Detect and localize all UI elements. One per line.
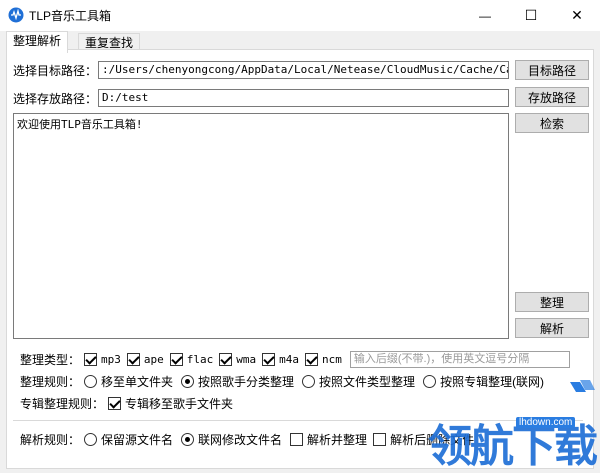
checkbox-box	[169, 352, 183, 366]
radio-circle	[181, 432, 195, 446]
album-rule-label: 专辑整理规则：	[20, 396, 105, 411]
type-wma-checkbox[interactable]: wma	[219, 352, 256, 366]
rule-single-folder-radio[interactable]: 移至单文件夹	[84, 373, 173, 390]
album-to-artist-checkbox[interactable]: 专辑移至歌手文件夹	[108, 395, 233, 412]
type-mp3-checkbox[interactable]: mp3	[84, 352, 121, 366]
checkbox-box	[126, 352, 140, 366]
checkbox-box	[290, 432, 304, 446]
checkbox-box	[108, 396, 122, 410]
checkbox-box	[219, 352, 233, 366]
checkbox-box	[262, 352, 276, 366]
minimize-button[interactable]: —	[462, 0, 508, 31]
organize-rule-label: 整理规则：	[20, 374, 81, 389]
parse-rule-label: 解析规则：	[20, 432, 81, 447]
type-ape-checkbox[interactable]: ape	[126, 352, 164, 366]
radio-circle	[302, 374, 316, 388]
search-button[interactable]: 检索	[515, 113, 589, 133]
radio-circle	[181, 374, 195, 388]
parse-keep-name-radio[interactable]: 保留源文件名	[84, 431, 173, 448]
rule-by-artist-radio[interactable]: 按照歌手分类整理	[181, 373, 294, 390]
tab-organize-parse[interactable]: 整理解析	[6, 31, 69, 53]
type-flac-checkbox[interactable]: flac	[169, 352, 213, 366]
log-output[interactable]: 欢迎使用TLP音乐工具箱!	[13, 113, 509, 339]
radio-circle	[84, 374, 98, 388]
checkbox-box	[373, 432, 387, 446]
parse-rule-row: 解析规则： 保留源文件名 联网修改文件名 解析并整理 解析后删除文件	[20, 431, 480, 447]
radio-circle	[84, 432, 98, 446]
title-bar: TLP音乐工具箱 — ☐ ✕	[0, 0, 600, 31]
target-path-input[interactable]: :/Users/chenyongcong/AppData/Local/Netea…	[98, 61, 509, 79]
checkbox-box	[305, 352, 319, 366]
organize-type-label: 整理类型：	[20, 352, 81, 367]
rule-by-filetype-radio[interactable]: 按照文件类型整理	[302, 373, 415, 390]
target-path-label: 选择目标路径：	[13, 64, 98, 78]
close-button[interactable]: ✕	[554, 0, 600, 31]
log-text: 欢迎使用TLP音乐工具箱!	[17, 118, 143, 131]
window-title: TLP音乐工具箱	[29, 9, 112, 23]
store-path-button[interactable]: 存放路径	[515, 87, 589, 107]
store-path-input[interactable]: D:/test	[98, 89, 509, 107]
parse-online-rename-radio[interactable]: 联网修改文件名	[181, 431, 282, 448]
album-rule-row: 专辑整理规则： 专辑移至歌手文件夹	[20, 395, 239, 411]
tab-label: 整理解析	[13, 34, 62, 48]
minimize-icon: —	[479, 8, 491, 23]
target-path-button[interactable]: 目标路径	[515, 60, 589, 80]
close-icon: ✕	[571, 7, 583, 23]
custom-suffix-input[interactable]: 输入后缀(不带.)，使用英文逗号分隔	[349, 350, 570, 368]
parse-button[interactable]: 解析	[515, 318, 589, 338]
type-ncm-checkbox[interactable]: ncm	[305, 352, 342, 366]
organize-button[interactable]: 整理	[515, 292, 589, 312]
maximize-button[interactable]: ☐	[508, 0, 554, 31]
checkbox-box	[84, 352, 98, 366]
watermark-site: lhdown.com	[516, 417, 576, 428]
parse-and-organize-checkbox[interactable]: 解析并整理	[290, 431, 367, 448]
type-m4a-checkbox[interactable]: m4a	[262, 352, 299, 366]
organize-type-row: 整理类型： mp3 ape flac wma m4a ncm 输入后缀(不带.)…	[20, 350, 570, 368]
tab-label: 重复查找	[85, 36, 134, 50]
store-path-label: 选择存放路径：	[13, 92, 98, 106]
app-waveform-icon	[8, 7, 24, 23]
maximize-icon: ☐	[524, 7, 538, 23]
